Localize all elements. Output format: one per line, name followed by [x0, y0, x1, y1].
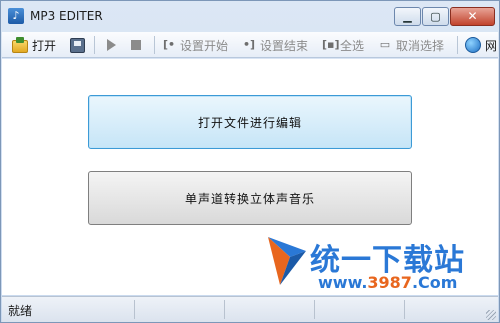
resize-grip[interactable]: [486, 310, 496, 320]
save-icon: [70, 37, 85, 53]
deselect-label: 取消选择: [396, 38, 445, 53]
web-label: 网: [485, 38, 498, 53]
close-icon: ✕: [467, 9, 478, 23]
deselect-button[interactable]: ▭ 取消选择: [378, 36, 444, 54]
deselect-icon: ▭: [379, 38, 391, 51]
title-bar[interactable]: ♪ MP3 EDITER ▁ ▢ ✕: [1, 1, 499, 31]
globe-icon: [465, 37, 481, 53]
toolbar-separator: [94, 36, 95, 54]
status-divider: [404, 300, 405, 319]
play-icon: [107, 39, 116, 51]
minimize-icon: ▁: [403, 10, 412, 23]
save-button[interactable]: [70, 36, 85, 54]
open-label: 打开: [32, 38, 57, 53]
select-all-label: 全选: [340, 38, 365, 53]
toolbar-separator: [457, 36, 458, 54]
set-end-icon: •]: [242, 38, 256, 51]
set-end-button[interactable]: •] 设置结束: [242, 36, 308, 54]
status-divider: [314, 300, 315, 319]
status-bar: 就绪: [2, 296, 498, 322]
status-text: 就绪: [8, 304, 33, 318]
toolbar-separator: [154, 36, 155, 54]
select-all-button[interactable]: [▪] 全选: [322, 36, 364, 54]
toolbar: 打开 [• 设置开始 •] 设置结束 [▪] 全选 ▭ 取消选择 网: [2, 32, 498, 58]
maximize-button[interactable]: ▢: [422, 7, 449, 26]
watermark-url: www.3987.Com: [318, 273, 458, 292]
set-start-label: 设置开始: [180, 38, 229, 53]
status-divider: [224, 300, 225, 319]
stop-icon: [131, 40, 141, 50]
select-all-icon: [▪]: [322, 38, 340, 51]
set-start-icon: [•: [162, 38, 176, 51]
web-button[interactable]: 网: [465, 36, 497, 54]
open-edit-button[interactable]: 打开文件进行编辑: [88, 95, 412, 149]
watermark: 统一下载站 www.3987.Com: [266, 231, 486, 295]
play-button[interactable]: [104, 36, 119, 54]
status-divider: [134, 300, 135, 319]
watermark-logo: [268, 237, 306, 285]
app-window: ♪ MP3 EDITER ▁ ▢ ✕ 打开 [• 设置开始 •] 设置结束 [▪…: [0, 0, 500, 323]
open-button[interactable]: 打开: [12, 36, 56, 54]
folder-open-icon: [12, 36, 28, 53]
set-start-button[interactable]: [• 设置开始: [162, 36, 228, 54]
minimize-button[interactable]: ▁: [394, 7, 421, 26]
set-end-label: 设置结束: [260, 38, 309, 53]
stop-button[interactable]: [128, 36, 144, 54]
maximize-icon: ▢: [430, 10, 441, 23]
window-title: MP3 EDITER: [30, 9, 103, 23]
mono-to-stereo-button[interactable]: 单声道转换立体声音乐: [88, 171, 412, 225]
close-button[interactable]: ✕: [450, 7, 495, 26]
mp3-app-icon: ♪: [8, 8, 24, 24]
